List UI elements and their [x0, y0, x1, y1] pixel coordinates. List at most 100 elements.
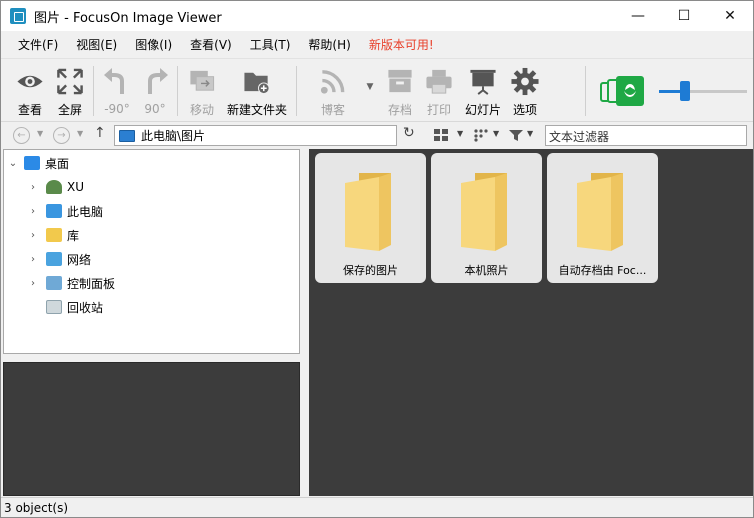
folder-tree: ⌄ 桌面 › XU › 此电脑 › 库 › 网络 › 控制面板 回收站: [3, 149, 300, 354]
up-arrow-icon[interactable]: ↑: [94, 125, 106, 141]
tree-item-library[interactable]: › 库: [28, 224, 79, 246]
menu-file[interactable]: 文件(F): [9, 31, 67, 59]
archive-button[interactable]: 存档: [381, 64, 419, 118]
rotate-left-button[interactable]: -90°: [99, 64, 135, 118]
blog-dropdown[interactable]: ▼: [365, 64, 375, 118]
tree-item-label: 桌面: [45, 156, 70, 171]
tree-item-label: 网络: [67, 252, 92, 267]
tree-item-this-pc[interactable]: › 此电脑: [28, 200, 103, 222]
computer-icon: [46, 204, 62, 218]
tree-item-label: 库: [67, 228, 80, 243]
rotate-left-icon: [104, 68, 124, 94]
rotate-right-label: 90°: [144, 102, 166, 116]
view-button[interactable]: 查看: [11, 64, 49, 118]
folder-tile[interactable]: 自动存档由 Foc...: [547, 153, 658, 283]
tree-item-label: 控制面板: [67, 276, 116, 291]
new-folder-label: 新建文件夹: [226, 103, 287, 117]
blog-button[interactable]: 博客: [313, 64, 353, 118]
computer-icon: [119, 129, 135, 142]
eye-icon: [17, 75, 43, 88]
folder-icon: [461, 173, 507, 251]
forward-history-dropdown[interactable]: ▼: [77, 129, 83, 138]
chevron-right-icon[interactable]: ›: [28, 278, 38, 289]
status-text: 3 object(s): [4, 501, 69, 515]
toolbar-separator: [585, 66, 586, 116]
move-button[interactable]: 移动: [183, 64, 221, 118]
rss-icon: [320, 70, 345, 94]
printer-icon: [426, 69, 452, 94]
tree-item-recycle-bin[interactable]: 回收站: [38, 296, 103, 318]
fullscreen-icon: [57, 68, 83, 95]
minimize-button[interactable]: —: [615, 1, 661, 31]
print-button[interactable]: 打印: [421, 64, 457, 118]
filter-dropdown[interactable]: ▼: [527, 129, 533, 138]
address-bar: ← ▼ → ▼ ↑ 此电脑\图片 ↻ ▼ ▼ ▼ 文本过滤器: [1, 123, 753, 148]
back-history-dropdown[interactable]: ▼: [37, 129, 43, 138]
folder-icon: [577, 173, 623, 251]
text-filter-input[interactable]: 文本过滤器: [545, 125, 747, 146]
menu-tools[interactable]: 工具(T): [241, 31, 300, 59]
refresh-icon[interactable]: ↻: [403, 125, 415, 141]
print-label: 打印: [426, 103, 451, 117]
forward-button[interactable]: →: [53, 127, 70, 144]
pane-splitter[interactable]: [302, 149, 308, 496]
view-mode-dropdown[interactable]: ▼: [457, 129, 463, 138]
new-folder-button[interactable]: 新建文件夹: [223, 64, 291, 118]
tree-item-control-panel[interactable]: › 控制面板: [28, 272, 115, 294]
menu-help[interactable]: 帮助(H): [299, 31, 359, 59]
tree-item-desktop[interactable]: ⌄ 桌面: [8, 152, 69, 174]
filter-icon[interactable]: [508, 129, 524, 142]
zoom-slider-thumb[interactable]: [680, 81, 691, 101]
control-panel-icon: [46, 276, 62, 290]
maximize-button[interactable]: ☐: [661, 1, 707, 31]
menu-image[interactable]: 图像(I): [126, 31, 181, 59]
zoom-slider[interactable]: [659, 90, 747, 93]
toolbar-separator: [93, 66, 94, 116]
window-title: 图片 - FocusOn Image Viewer: [34, 10, 222, 26]
archive-icon: [388, 69, 412, 93]
menu-look[interactable]: 查看(V): [181, 31, 241, 59]
app-logo-icon: [10, 8, 26, 24]
menu-view[interactable]: 视图(E): [67, 31, 126, 59]
library-icon: [46, 228, 62, 242]
chevron-right-icon[interactable]: ›: [28, 206, 38, 217]
folder-tile[interactable]: 本机照片: [431, 153, 542, 283]
slideshow-button[interactable]: 幻灯片: [461, 64, 505, 118]
tree-item-label: XU: [67, 180, 85, 194]
view-label: 查看: [17, 103, 42, 117]
view-grid-icon[interactable]: [433, 128, 449, 142]
folder-tile[interactable]: 保存的图片: [315, 153, 426, 283]
title-bar: 图片 - FocusOn Image Viewer — ☐ ✕: [1, 1, 753, 31]
chevron-right-icon[interactable]: ›: [28, 254, 38, 265]
rotate-left-label: -90°: [104, 102, 130, 116]
path-field[interactable]: 此电脑\图片: [114, 125, 397, 146]
slideshow-label: 幻灯片: [464, 103, 501, 117]
arrow-right-icon: →: [57, 130, 66, 141]
thumbnail-size-icon: [600, 76, 644, 106]
move-label: 移动: [189, 103, 214, 117]
tree-item-xu[interactable]: › XU: [28, 176, 84, 198]
tree-item-network[interactable]: › 网络: [28, 248, 91, 270]
chevron-down-icon[interactable]: ⌄: [8, 158, 18, 169]
rotate-right-button[interactable]: 90°: [137, 64, 173, 118]
menu-new-version[interactable]: 新版本可用!: [360, 31, 443, 59]
sort-dropdown[interactable]: ▼: [493, 129, 499, 138]
options-button[interactable]: 选项: [507, 64, 543, 118]
desktop-icon: [24, 156, 40, 170]
back-button[interactable]: ←: [13, 127, 30, 144]
tree-item-label: 此电脑: [67, 204, 104, 219]
chevron-right-icon[interactable]: ›: [28, 182, 38, 193]
folder-label: 本机照片: [464, 264, 509, 277]
menu-bar: 文件(F) 视图(E) 图像(I) 查看(V) 工具(T) 帮助(H) 新版本可…: [1, 31, 753, 59]
fullscreen-button[interactable]: 全屏: [51, 64, 89, 118]
rotate-right-icon: [148, 68, 168, 94]
archive-label: 存档: [387, 103, 412, 117]
gear-icon: [511, 67, 539, 96]
close-button[interactable]: ✕: [707, 1, 753, 31]
chevron-right-icon[interactable]: ›: [28, 230, 38, 241]
sort-icon[interactable]: [473, 128, 491, 142]
toolbar: 查看 全屏 -90° 90° 移动 新建文件夹 博客 ▼ 存档 打印 幻灯片 选…: [1, 60, 753, 122]
fullscreen-label: 全屏: [57, 103, 82, 117]
folder-label: 自动存档由 Foc...: [558, 264, 647, 277]
user-icon: [46, 180, 62, 194]
